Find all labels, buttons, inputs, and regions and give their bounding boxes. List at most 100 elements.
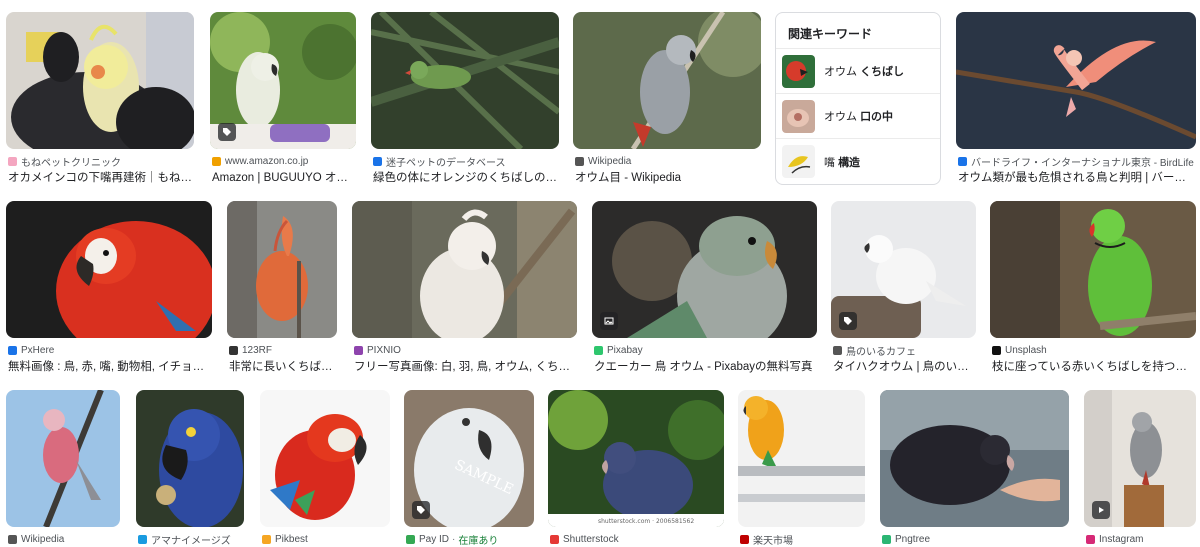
image-result-16[interactable]: shutterstock.com · 2006581562 Shuttersto… [548, 390, 724, 547]
result-thumbnail[interactable] [227, 201, 337, 338]
result-thumbnail[interactable] [956, 12, 1196, 149]
result-title[interactable]: オウム目 - Wikipedia [575, 171, 761, 185]
result-thumbnail[interactable] [136, 390, 244, 527]
tag-icon [839, 312, 857, 330]
result-thumbnail[interactable] [1084, 390, 1196, 527]
result-source[interactable]: PIXNIO [354, 344, 577, 357]
image-result-4[interactable]: Wikipedia オウム目 - Wikipedia [573, 12, 761, 185]
image-result-17[interactable]: 楽天市場 [738, 390, 865, 547]
result-source[interactable]: Shutterstock [550, 533, 724, 546]
result-source[interactable]: Pixabay [594, 344, 817, 357]
result-thumbnail[interactable] [352, 201, 577, 338]
site-favicon-icon [8, 157, 17, 166]
result-title[interactable]: 緑色の体にオレンジのくちばしの… [373, 171, 559, 185]
result-thumbnail[interactable] [6, 12, 194, 149]
result-title[interactable]: 枝に座っている赤いくちばしを持つ緑… [992, 360, 1196, 374]
result-thumbnail[interactable] [260, 390, 390, 527]
result-source[interactable]: Pngtree [882, 533, 1069, 546]
result-source[interactable]: もねペットクリニック [8, 155, 194, 168]
image-result-9[interactable]: Pixabay クエーカー 鳥 オウム - Pixabayの無料写真 [592, 201, 817, 374]
result-source[interactable]: Instagram [1086, 533, 1196, 546]
image-result-7[interactable]: 123RF 非常に長いくちば… [227, 201, 337, 374]
pink-cockatoo-photo [956, 12, 1196, 149]
result-title[interactable]: タイハクオウム | 鳥のい… [833, 360, 976, 374]
cockatiel-photo [6, 12, 194, 149]
result-thumbnail[interactable] [6, 201, 212, 338]
related-thumbnail [782, 54, 815, 88]
green-ringneck-photo [990, 201, 1196, 338]
result-source[interactable]: バードライフ・インターナショナル東京 - BirdLife I… [958, 155, 1196, 168]
result-thumbnail[interactable] [573, 12, 761, 149]
image-result-12[interactable]: Wikipedia [6, 390, 120, 547]
galah-photo [6, 390, 120, 527]
result-title[interactable]: オカメインコの下嘴再建術｜もね… [8, 171, 194, 185]
site-favicon-icon [550, 535, 559, 544]
site-favicon-icon [262, 535, 271, 544]
site-favicon-icon [740, 535, 749, 544]
result-thumbnail[interactable] [990, 201, 1196, 338]
site-favicon-icon [373, 157, 382, 166]
result-title[interactable]: フリー写真画像: 白, 羽, 鳥, オウム, くち… [354, 360, 577, 374]
related-keyword-kouzou[interactable]: 嘴 構造 [776, 139, 940, 184]
image-result-14[interactable]: Pikbest [260, 390, 390, 547]
result-thumbnail[interactable] [880, 390, 1069, 527]
result-source[interactable]: Unsplash [992, 344, 1196, 357]
tag-icon [218, 123, 236, 141]
image-result-5[interactable]: バードライフ・インターナショナル東京 - BirdLife I… オウム類が最も… [956, 12, 1196, 185]
result-source[interactable]: www.amazon.co.jp [212, 155, 356, 168]
image-result-10[interactable]: 鳥のいるカフェ タイハクオウム | 鳥のい… [831, 201, 976, 374]
result-source[interactable]: 迷子ペットのデータベース [373, 155, 559, 168]
result-title[interactable]: 無料画像 : 鳥, 赤, 嘴, 動物相, イチョ… [8, 360, 212, 374]
tag-icon [412, 501, 430, 519]
result-thumbnail[interactable]: SAMPLE [404, 390, 534, 527]
result-thumbnail[interactable] [6, 390, 120, 527]
wikipedia-icon [575, 157, 584, 166]
result-source[interactable]: Pikbest [262, 533, 390, 546]
related-keyword-kuchibashi[interactable]: オウム くちばし [776, 49, 940, 94]
result-title[interactable]: クエーカー 鳥 オウム - Pixabayの無料写真 [594, 360, 817, 374]
dark-parrot-photo: shutterstock.com · 2006581562 [548, 390, 724, 527]
image-result-2[interactable]: www.amazon.co.jp Amazon | BUGUUYO オウ… [210, 12, 356, 185]
site-favicon-icon [833, 346, 842, 355]
scarlet-macaw-photo [6, 201, 212, 338]
image-result-15[interactable]: SAMPLE Pay ID · 在庫あり [404, 390, 534, 547]
image-result-8[interactable]: PIXNIO フリー写真画像: 白, 羽, 鳥, オウム, くち… [352, 201, 577, 374]
site-favicon-icon [354, 346, 363, 355]
site-favicon-icon [212, 157, 221, 166]
related-keywords-card: 関連キーワード オウム くちばし オウム 口の中 嘴 構造 [775, 12, 941, 185]
result-thumbnail[interactable] [592, 201, 817, 338]
result-thumbnail[interactable] [738, 390, 865, 527]
result-source[interactable]: Pay ID · 在庫あり [406, 533, 534, 546]
image-result-19[interactable]: Instagram [1084, 390, 1196, 547]
result-source[interactable]: アマナイメージズ [138, 533, 244, 546]
related-keyword-kuchinonaka[interactable]: オウム 口の中 [776, 94, 940, 139]
site-favicon-icon [958, 157, 967, 166]
result-title[interactable]: オウム類が最も危惧される鳥と判明 | バード… [958, 171, 1196, 185]
result-source[interactable]: Wikipedia [8, 533, 120, 546]
image-result-11[interactable]: Unsplash 枝に座っている赤いくちばしを持つ緑… [990, 201, 1196, 374]
result-title[interactable]: Amazon | BUGUUYO オウ… [212, 171, 356, 185]
result-source[interactable]: PxHere [8, 344, 212, 357]
related-thumbnail [782, 145, 815, 178]
result-source[interactable]: 123RF [229, 344, 337, 357]
result-thumbnail[interactable] [831, 201, 976, 338]
result-source[interactable]: Wikipedia [575, 155, 761, 168]
green-parakeet-photo [371, 12, 559, 149]
hyacinth-macaw-photo [136, 390, 244, 527]
image-result-6[interactable]: PxHere 無料画像 : 鳥, 赤, 嘴, 動物相, イチョ… [6, 201, 212, 374]
result-thumbnail[interactable] [210, 12, 356, 149]
image-result-13[interactable]: アマナイメージズ [136, 390, 244, 547]
image-result-1[interactable]: もねペットクリニック オカメインコの下嘴再建術｜もね… [6, 12, 194, 185]
site-favicon-icon [1086, 535, 1095, 544]
result-source[interactable]: 鳥のいるカフェ [833, 344, 976, 357]
result-thumbnail[interactable]: shutterstock.com · 2006581562 [548, 390, 724, 527]
sun-conure-photo [738, 390, 865, 527]
result-title[interactable]: 非常に長いくちば… [229, 360, 337, 374]
result-source[interactable]: 楽天市場 [740, 533, 865, 546]
wikipedia-icon [8, 535, 17, 544]
image-result-3[interactable]: 迷子ペットのデータベース 緑色の体にオレンジのくちばしの… [371, 12, 559, 185]
image-result-18[interactable]: Pngtree [880, 390, 1069, 547]
site-favicon-icon [594, 346, 603, 355]
macaw-watermark-photo [260, 390, 390, 527]
result-thumbnail[interactable] [371, 12, 559, 149]
